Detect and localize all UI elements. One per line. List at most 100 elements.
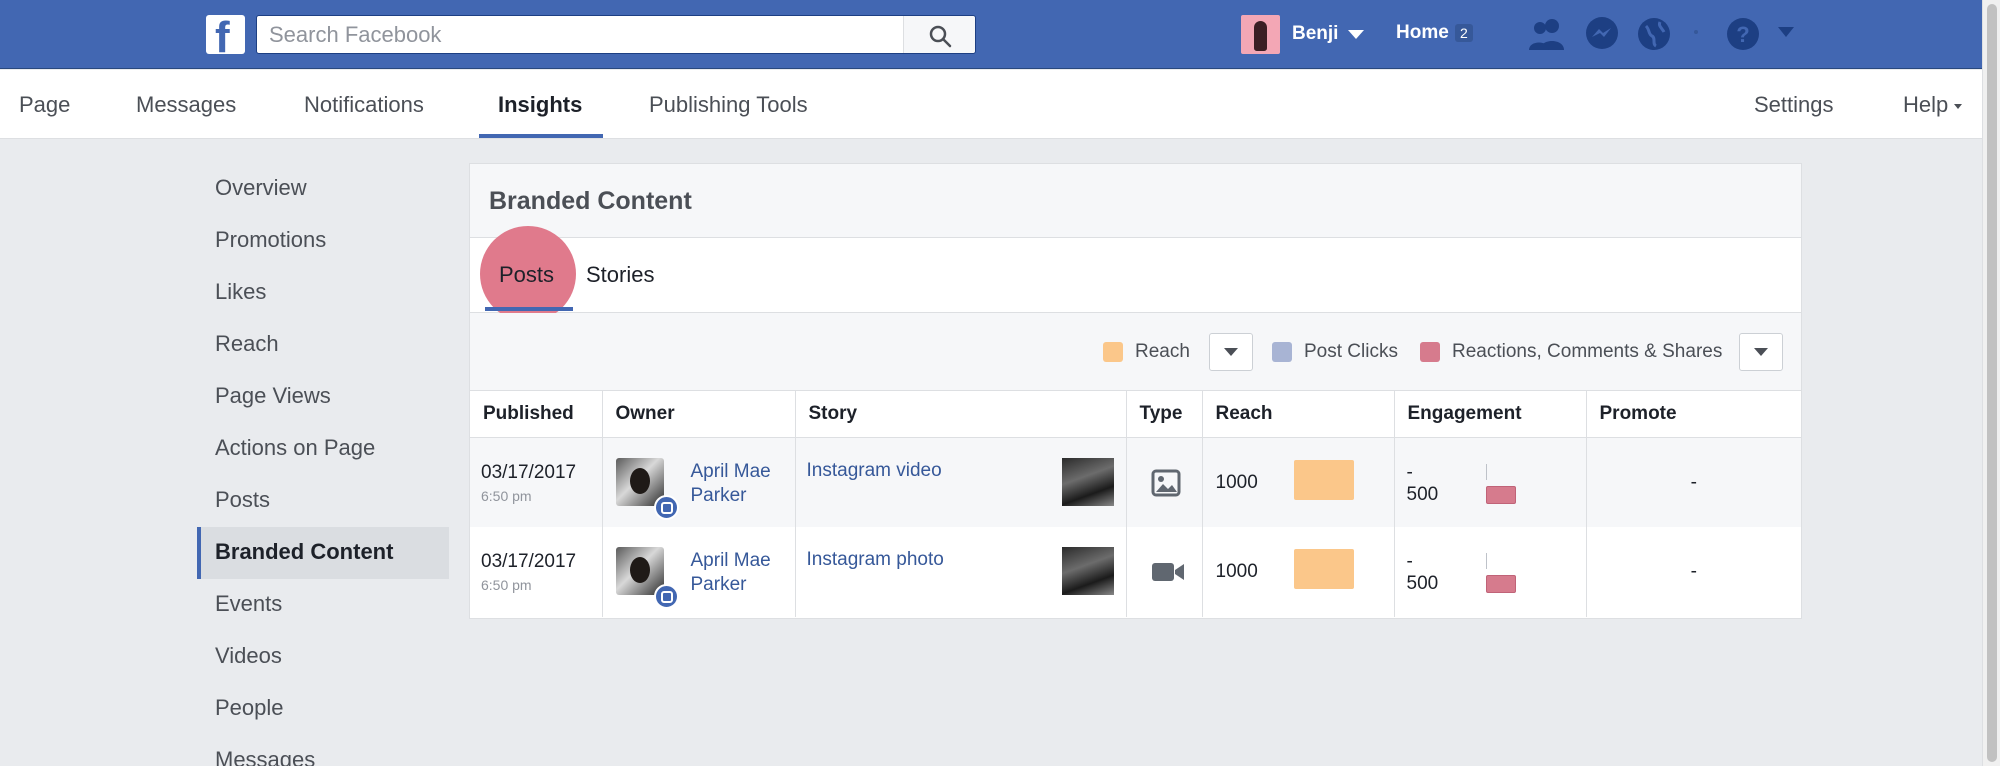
published-cell: 03/17/2017 6:50 pm (470, 437, 603, 527)
published-time: 6:50 pm (481, 487, 532, 504)
svg-text:?: ? (1736, 22, 1749, 47)
reach-value: 1000 (1215, 471, 1258, 493)
post-clicks-bar (1485, 463, 1487, 480)
tab-notifications[interactable]: Notifications (304, 70, 424, 139)
active-tab-indicator (479, 134, 603, 138)
column-header-published[interactable]: Published (470, 391, 603, 438)
chevron-down-icon[interactable] (1348, 29, 1365, 39)
help-menu[interactable]: Help (1903, 70, 1963, 139)
column-header-engagement[interactable]: Engagement (1394, 391, 1587, 438)
story-link[interactable]: Instagram photo (807, 549, 944, 571)
account-menu-chevron-icon[interactable] (1777, 26, 1795, 38)
sidebar-item-messages[interactable]: Messages (197, 735, 449, 766)
sidebar-item-reach[interactable]: Reach (197, 319, 449, 371)
promote-cell: - (1586, 527, 1801, 617)
sidebar-item-branded-content[interactable]: Branded Content (197, 527, 449, 579)
published-cell: 03/17/2017 6:50 pm (470, 527, 603, 617)
tab-stories[interactable]: Stories (586, 238, 654, 310)
owner-name-link[interactable]: April Mae Parker (691, 549, 791, 597)
column-header-story[interactable]: Story (795, 391, 1127, 438)
tab-posts[interactable]: Posts (499, 238, 554, 310)
settings-link[interactable]: Settings (1754, 70, 1834, 139)
search-button[interactable] (903, 16, 975, 53)
owner-name-link[interactable]: April Mae Parker (691, 460, 791, 508)
post-clicks-bar (1485, 553, 1487, 569)
promote-value: - (1690, 471, 1697, 493)
sidebar-item-page-views[interactable]: Page Views (197, 371, 449, 423)
help-icon[interactable]: ? (1725, 16, 1761, 52)
sidebar-item-posts[interactable]: Posts (197, 475, 449, 527)
panel-header: Branded Content (470, 164, 1801, 238)
published-time: 6:50 pm (481, 577, 532, 593)
owner-first-name: April Mae (690, 460, 771, 482)
page-scrollbar[interactable] (1982, 0, 2000, 766)
legend-post-clicks: Post Clicks (1272, 313, 1398, 391)
engagement-metric-dropdown[interactable] (1739, 333, 1783, 371)
story-thumbnail[interactable] (1061, 547, 1114, 595)
reach-cell: 1000 (1202, 437, 1395, 527)
column-header-promote[interactable]: Promote (1586, 391, 1801, 438)
facebook-logo-icon[interactable]: f (206, 15, 245, 61)
reach-bar (1293, 549, 1354, 589)
scrollbar-thumb[interactable] (1987, 4, 1997, 762)
post-clicks-value: - (1406, 461, 1413, 483)
table-row: 03/17/2017 6:50 pm April Mae Parker Insta… (470, 437, 1801, 527)
image-icon (1151, 469, 1180, 496)
column-header-reach[interactable]: Reach (1202, 391, 1395, 438)
search-icon (929, 25, 952, 48)
home-link[interactable]: Home (1396, 22, 1449, 44)
sidebar-item-events[interactable]: Events (197, 579, 449, 631)
owner-first-name: April Mae (690, 550, 771, 571)
tab-publishing-tools[interactable]: Publishing Tools (649, 70, 808, 139)
sidebar-item-videos[interactable]: Videos (197, 631, 449, 683)
panel-title: Branded Content (489, 187, 692, 215)
legend-reactions: Reactions, Comments & Shares (1420, 313, 1722, 391)
reach-metric-dropdown[interactable] (1209, 333, 1253, 371)
engagement-cell: - 500 (1394, 437, 1587, 527)
instagram-icon (653, 494, 679, 520)
messenger-icon[interactable] (1584, 16, 1620, 52)
published-date: 03/17/2017 (481, 461, 577, 483)
engagement-bar (1485, 575, 1516, 593)
story-cell: Instagram video (795, 437, 1127, 527)
legend-label: Reach (1135, 341, 1190, 362)
metrics-legend: Reach Post Clicks Reactions, Comments & … (470, 313, 1801, 391)
globe-notifications-icon[interactable] (1636, 16, 1672, 52)
sidebar-item-likes[interactable]: Likes (197, 267, 449, 319)
sidebar-item-actions-on-page[interactable]: Actions on Page (197, 423, 449, 475)
legend-swatch (1103, 342, 1123, 362)
type-cell (1126, 437, 1203, 527)
friend-requests-icon[interactable] (1527, 16, 1567, 52)
column-header-owner[interactable]: Owner (602, 391, 796, 438)
story-link[interactable]: Instagram video (807, 460, 942, 482)
sidebar-item-promotions[interactable]: Promotions (197, 215, 449, 267)
engagement-value: 500 (1406, 483, 1439, 505)
reach-value: 1000 (1215, 561, 1258, 582)
top-bar: f Benji Home 2 ? (0, 0, 2000, 69)
story-cell: Instagram photo (795, 527, 1127, 617)
sidebar-item-people[interactable]: People (197, 683, 449, 735)
tab-page[interactable]: Page (19, 70, 70, 139)
post-clicks-value: - (1406, 551, 1413, 572)
sidebar-item-overview[interactable]: Overview (197, 163, 449, 215)
promote-cell: - (1586, 437, 1801, 527)
owner-last-name: Parker (690, 574, 747, 595)
separator-dot (1694, 30, 1698, 34)
owner-cell: April Mae Parker (602, 437, 796, 527)
tab-insights[interactable]: Insights (498, 70, 582, 139)
user-name: Benji (1292, 23, 1339, 44)
tab-messages[interactable]: Messages (136, 70, 236, 139)
engagement-cell: - 500 (1394, 527, 1587, 617)
published-date: 03/17/2017 (481, 551, 577, 572)
active-tab-indicator (485, 307, 573, 311)
owner-last-name: Parker (690, 484, 747, 506)
table-row: 03/17/2017 6:50 pm April Mae Parker Insta… (470, 527, 1801, 617)
branded-content-panel: Branded Content Posts Stories Reach Post… (469, 163, 1802, 619)
column-header-type[interactable]: Type (1126, 391, 1203, 438)
search-input[interactable] (269, 16, 889, 53)
legend-swatch (1420, 342, 1440, 362)
insights-sidebar: Overview Promotions Likes Reach Page Vie… (197, 163, 449, 766)
user-profile-link[interactable]: Benji (1241, 14, 1365, 54)
engagement-bar (1485, 485, 1516, 504)
story-thumbnail[interactable] (1061, 457, 1114, 506)
